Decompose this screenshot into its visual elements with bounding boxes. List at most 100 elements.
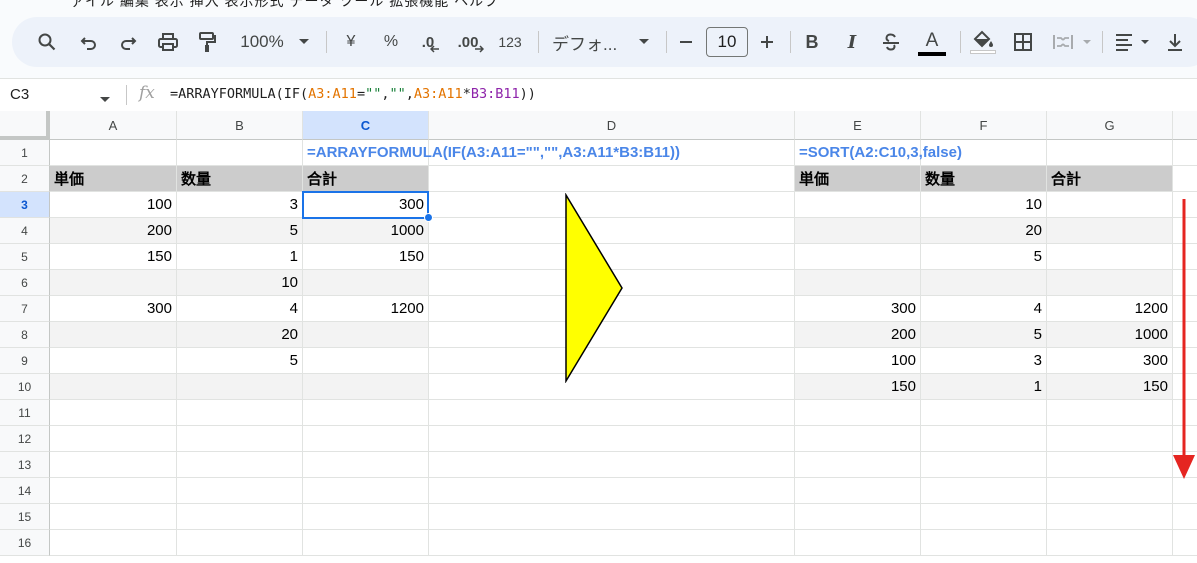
row-header-4[interactable]: 4 xyxy=(0,218,50,244)
cell-e2[interactable]: 単価 xyxy=(795,166,921,192)
plus-icon[interactable] xyxy=(756,17,778,67)
cell-d13[interactable] xyxy=(429,452,795,478)
cell-f11[interactable] xyxy=(921,400,1047,426)
cell-e15[interactable] xyxy=(795,504,921,530)
cell-f7[interactable]: 4 xyxy=(921,296,1047,322)
select-all-corner[interactable] xyxy=(0,111,50,140)
cell-e11[interactable] xyxy=(795,400,921,426)
cell-g4[interactable] xyxy=(1047,218,1173,244)
cell-e4[interactable] xyxy=(795,218,921,244)
cell-f5[interactable]: 5 xyxy=(921,244,1047,270)
cell-a3[interactable]: 100 xyxy=(50,192,177,218)
cell-a9[interactable] xyxy=(50,348,177,374)
row-header-9[interactable]: 9 xyxy=(0,348,50,374)
print-icon[interactable] xyxy=(155,17,181,67)
cell-b8[interactable]: 20 xyxy=(177,322,303,348)
row-header-16[interactable]: 16 xyxy=(0,530,50,556)
cell-c16[interactable] xyxy=(303,530,429,556)
row-header-5[interactable]: 5 xyxy=(0,244,50,270)
cell-a14[interactable] xyxy=(50,478,177,504)
cell-e13[interactable] xyxy=(795,452,921,478)
column-header-h[interactable] xyxy=(1173,111,1197,140)
cell-a2[interactable]: 単価 xyxy=(50,166,177,192)
cell-f6[interactable] xyxy=(921,270,1047,296)
cell-b6[interactable]: 10 xyxy=(177,270,303,296)
cell-a1[interactable] xyxy=(50,140,177,166)
cell-a4[interactable]: 200 xyxy=(50,218,177,244)
yellow-triangle-shape[interactable] xyxy=(564,193,626,383)
cell-d14[interactable] xyxy=(429,478,795,504)
cell-c9[interactable] xyxy=(303,348,429,374)
cell-g10[interactable]: 150 xyxy=(1047,374,1173,400)
cell-c4[interactable]: 1000 xyxy=(303,218,429,244)
row-header-7[interactable]: 7 xyxy=(0,296,50,322)
cell-c5[interactable]: 150 xyxy=(303,244,429,270)
cell-c7[interactable]: 1200 xyxy=(303,296,429,322)
fill-color-icon[interactable] xyxy=(968,17,998,67)
cell-h1[interactable] xyxy=(1173,140,1197,166)
cell-g1[interactable] xyxy=(1047,140,1173,166)
search-icon[interactable] xyxy=(34,17,60,67)
cell-c8[interactable] xyxy=(303,322,429,348)
column-header-a[interactable]: A xyxy=(50,111,177,140)
cell-a11[interactable] xyxy=(50,400,177,426)
borders-icon[interactable] xyxy=(1010,17,1036,67)
cell-a5[interactable]: 150 xyxy=(50,244,177,270)
minus-icon[interactable] xyxy=(676,17,696,67)
cell-c13[interactable] xyxy=(303,452,429,478)
chevron-down-icon[interactable] xyxy=(296,17,312,67)
cell-f2[interactable]: 数量 xyxy=(921,166,1047,192)
cell-c3[interactable]: 300 xyxy=(303,192,429,218)
cell-b12[interactable] xyxy=(177,426,303,452)
cell-g7[interactable]: 1200 xyxy=(1047,296,1173,322)
row-header-13[interactable]: 13 xyxy=(0,452,50,478)
cell-h16[interactable] xyxy=(1173,530,1197,556)
cell-h2[interactable] xyxy=(1173,166,1197,192)
redo-icon[interactable] xyxy=(115,17,141,67)
cell-g16[interactable] xyxy=(1047,530,1173,556)
cell-b13[interactable] xyxy=(177,452,303,478)
cell-c14[interactable] xyxy=(303,478,429,504)
cell-c6[interactable] xyxy=(303,270,429,296)
cell-e10[interactable]: 150 xyxy=(795,374,921,400)
cell-e9[interactable]: 100 xyxy=(795,348,921,374)
decrease-decimal-button[interactable]: .0 xyxy=(414,17,448,67)
menu-bar-text[interactable]: ァイル 編集 表示 挿入 表示形式 データ ツール 拡張機能 ヘルプ xyxy=(70,0,499,8)
cell-a16[interactable] xyxy=(50,530,177,556)
cell-g8[interactable]: 1000 xyxy=(1047,322,1173,348)
column-header-e[interactable]: E xyxy=(795,111,921,140)
cell-g3[interactable] xyxy=(1047,192,1173,218)
row-header-15[interactable]: 15 xyxy=(0,504,50,530)
cell-d15[interactable] xyxy=(429,504,795,530)
cell-a12[interactable] xyxy=(50,426,177,452)
paint-format-icon[interactable] xyxy=(194,17,220,67)
cell-d11[interactable] xyxy=(429,400,795,426)
cell-b11[interactable] xyxy=(177,400,303,426)
cell-f3[interactable]: 10 xyxy=(921,192,1047,218)
cell-g13[interactable] xyxy=(1047,452,1173,478)
cell-e16[interactable] xyxy=(795,530,921,556)
bold-button[interactable]: B xyxy=(800,17,824,67)
cell-c12[interactable] xyxy=(303,426,429,452)
cell-a6[interactable] xyxy=(50,270,177,296)
cell-a8[interactable] xyxy=(50,322,177,348)
cell-f12[interactable] xyxy=(921,426,1047,452)
cell-b10[interactable] xyxy=(177,374,303,400)
cell-g14[interactable] xyxy=(1047,478,1173,504)
row-header-2[interactable]: 2 xyxy=(0,166,50,192)
red-down-arrow-shape[interactable] xyxy=(1171,197,1197,482)
percent-format-button[interactable]: % xyxy=(380,17,402,67)
align-icon[interactable] xyxy=(1112,17,1136,67)
cell-e14[interactable] xyxy=(795,478,921,504)
column-header-b[interactable]: B xyxy=(177,111,303,140)
cell-f14[interactable] xyxy=(921,478,1047,504)
cell-f13[interactable] xyxy=(921,452,1047,478)
merge-cells-icon[interactable] xyxy=(1050,17,1076,67)
cell-g6[interactable] xyxy=(1047,270,1173,296)
cell-b16[interactable] xyxy=(177,530,303,556)
cell-c11[interactable] xyxy=(303,400,429,426)
font-size-input[interactable]: 10 xyxy=(706,27,748,57)
column-header-c[interactable]: C xyxy=(303,111,429,140)
chevron-down-icon[interactable] xyxy=(1138,17,1152,67)
download-icon[interactable] xyxy=(1162,17,1188,67)
